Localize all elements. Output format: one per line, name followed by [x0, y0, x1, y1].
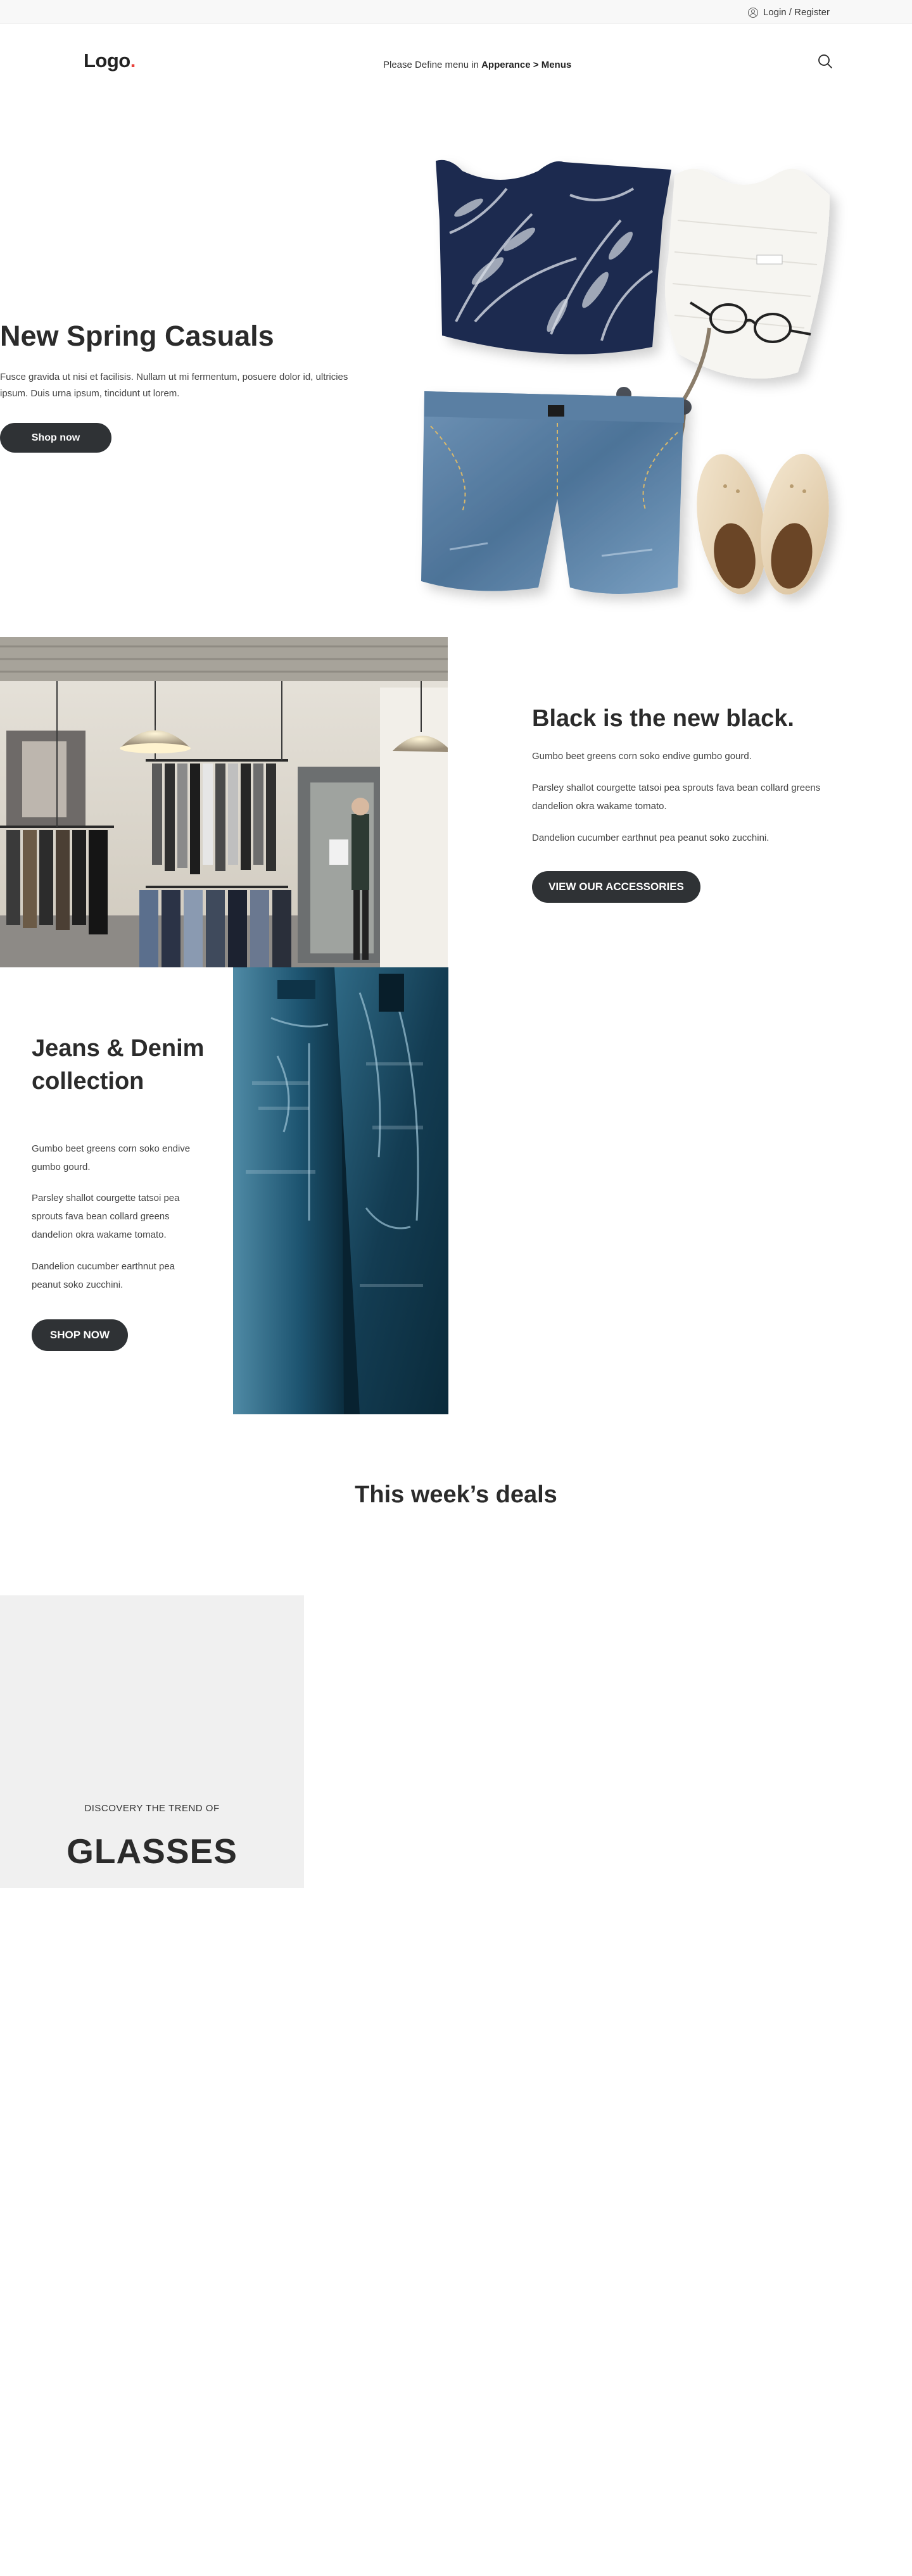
menu-placeholder: Please Define menu in Apperance > Menus	[383, 60, 571, 70]
hero-description: Fusce gravida ut nisi et facilisis. Null…	[0, 372, 348, 399]
top-bar: Login / Register	[0, 0, 912, 24]
user-icon	[747, 7, 758, 18]
black-section-title: Black is the new black.	[532, 705, 794, 732]
login-register-label: Login / Register	[763, 7, 830, 18]
black-paragraph-1: Gumbo beet greens corn soko endive gumbo…	[532, 751, 752, 762]
menu-note-prefix: Please Define menu in	[383, 60, 482, 70]
clothing-store-image	[0, 637, 448, 967]
hero-clothing-image	[412, 144, 912, 619]
jeans-paragraph-3: Dandelion cucumber earthnut pea peanut s…	[32, 1261, 175, 1290]
view-accessories-button[interactable]: VIEW OUR ACCESSORIES	[532, 871, 700, 903]
black-paragraph-2: Parsley shallot courgette tatsoi pea spr…	[532, 782, 821, 812]
jeans-section-title: Jeans & Denim collection	[32, 1035, 205, 1095]
search-icon	[818, 54, 832, 68]
promo-title: GLASSES	[66, 1831, 238, 1871]
logo-text: Logo	[84, 49, 130, 72]
menu-note-path[interactable]: Apperance > Menus	[481, 60, 571, 70]
glasses-promo-card[interactable]: DISCOVERY THE TREND OF GLASSES	[0, 1595, 304, 1888]
logo-dot: .	[130, 49, 136, 72]
site-header: Logo. Please Define menu in Apperance > …	[0, 24, 912, 95]
hero-title: New Spring Casuals	[0, 320, 274, 352]
hero-shop-now-button[interactable]: Shop now	[0, 423, 111, 453]
denim-jeans-image	[233, 967, 448, 1414]
jeans-paragraph-1: Gumbo beet greens corn soko endive gumbo…	[32, 1143, 191, 1172]
black-paragraph-3: Dandelion cucumber earthnut pea peanut s…	[532, 832, 770, 843]
site-logo[interactable]: Logo.	[84, 49, 136, 72]
jeans-paragraph-2: Parsley shallot courgette tatsoi pea spr…	[32, 1193, 180, 1240]
promo-kicker: DISCOVERY THE TREND OF	[84, 1803, 220, 1814]
jeans-shop-now-button[interactable]: SHOP NOW	[32, 1319, 128, 1351]
deals-title: This week’s deals	[355, 1481, 557, 1508]
search-button[interactable]	[817, 53, 833, 70]
login-register-link[interactable]: Login / Register	[747, 7, 830, 18]
